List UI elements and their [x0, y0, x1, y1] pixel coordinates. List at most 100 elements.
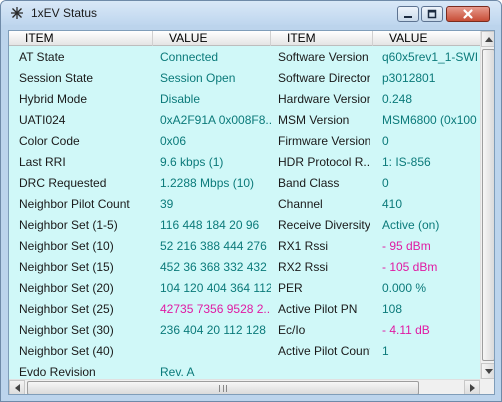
- item-value: 104 120 404 364 112: [160, 281, 271, 295]
- item-value: 0xA2F91A 0x008F8...: [160, 113, 271, 127]
- list-row[interactable]: Neighbor Set (1-5) 116 448 184 20 96 Rec…: [9, 215, 480, 236]
- window-title: 1xEV Status: [31, 6, 98, 20]
- maximize-icon: [427, 9, 437, 19]
- item-value: 9.6 kbps (1): [160, 155, 224, 169]
- item-value: 42735 7356 9528 2...: [160, 302, 271, 316]
- item-value: q60x5rev1_1-SWI: [382, 50, 479, 64]
- list-row[interactable]: Neighbor Set (20) 104 120 404 364 112 PE…: [9, 278, 480, 299]
- left-arrow-icon: [14, 384, 20, 392]
- item-value: 1: IS-856: [382, 155, 431, 169]
- maximize-button[interactable]: [421, 6, 443, 22]
- item-value: Session Open: [160, 71, 236, 85]
- item-label: RX2 Rssi: [278, 260, 329, 274]
- item-label: MSM Version: [278, 113, 350, 127]
- column-header-item-left[interactable]: ITEM: [9, 31, 153, 46]
- list-row[interactable]: UATI024 0xA2F91A 0x008F8... MSM Version …: [9, 110, 480, 131]
- down-arrow-icon: [484, 368, 493, 374]
- title-bar[interactable]: 1xEV Status: [1, 1, 501, 25]
- item-label: Last RRI: [19, 155, 66, 169]
- list-row[interactable]: AT State Connected Software Version q60x…: [9, 47, 480, 68]
- scroll-down-button[interactable]: [481, 363, 494, 379]
- list-row[interactable]: Neighbor Set (15) 452 36 368 332 432 RX2…: [9, 257, 480, 278]
- list-row[interactable]: Session State Session Open Software Dire…: [9, 68, 480, 89]
- item-value: 116 448 184 20 96: [160, 218, 260, 232]
- list-row[interactable]: Neighbor Set (25) 42735 7356 9528 2... A…: [9, 299, 480, 320]
- item-label: Software Directory: [278, 71, 370, 85]
- list-rows: AT State Connected Software Version q60x…: [9, 47, 480, 379]
- list-row[interactable]: Neighbor Set (30) 236 404 20 112 128 Ec/…: [9, 320, 480, 341]
- minimize-icon: [404, 16, 412, 18]
- item-label: Channel: [278, 197, 323, 211]
- list-row[interactable]: Neighbor Pilot Count 39 Channel 410: [9, 194, 480, 215]
- item-value: - 95 dBm: [382, 239, 431, 253]
- right-arrow-icon: [469, 384, 475, 392]
- item-label: Software Version: [278, 50, 369, 64]
- item-value: 452 36 368 332 432: [160, 260, 267, 274]
- list-row[interactable]: Last RRI 9.6 kbps (1) HDR Protocol R... …: [9, 152, 480, 173]
- item-label: Ec/Io: [278, 323, 306, 337]
- item-value: 0: [382, 176, 389, 190]
- grip-icon: [219, 384, 227, 392]
- item-label: Neighbor Set (20): [19, 281, 114, 295]
- item-value: Active (on): [382, 218, 440, 232]
- item-label: Neighbor Set (30): [19, 323, 114, 337]
- item-value: 0x06: [160, 134, 187, 148]
- item-label: Active Pilot Count: [278, 344, 370, 358]
- item-label: Receive Diversity: [278, 218, 370, 232]
- list-row[interactable]: Hybrid Mode Disable Hardware Version 0.2…: [9, 89, 480, 110]
- item-value: 39: [160, 197, 174, 211]
- item-label: Color Code: [19, 134, 80, 148]
- item-value: p3012801: [382, 71, 436, 85]
- item-value: 0.000 %: [382, 281, 427, 295]
- column-header-value-left[interactable]: VALUE: [153, 31, 271, 46]
- item-value: Rev. A: [160, 365, 195, 379]
- item-label: Neighbor Pilot Count: [19, 197, 130, 211]
- status-list[interactable]: ITEM VALUE ITEM VALUE AT State Connected…: [8, 30, 495, 395]
- item-label: UATI024: [19, 113, 66, 127]
- item-label: DRC Requested: [19, 176, 107, 190]
- item-label: Hardware Version: [278, 92, 370, 106]
- vertical-scroll-thumb[interactable]: [482, 49, 494, 361]
- item-label: Neighbor Set (1-5): [19, 218, 118, 232]
- scroll-up-button[interactable]: [481, 31, 494, 47]
- scroll-left-button[interactable]: [9, 380, 25, 394]
- item-label: Neighbor Set (10): [19, 239, 114, 253]
- list-row[interactable]: DRC Requested 1.2288 Mbps (10) Band Clas…: [9, 173, 480, 194]
- list-header: ITEM VALUE ITEM VALUE: [9, 31, 480, 46]
- item-label: [278, 362, 370, 379]
- item-value: 410: [382, 197, 403, 211]
- item-label: Neighbor Set (25): [19, 302, 114, 316]
- close-icon: [463, 9, 473, 19]
- list-row[interactable]: Neighbor Set (40) Active Pilot Count 1: [9, 341, 480, 362]
- item-label: Hybrid Mode: [19, 92, 88, 106]
- vertical-scrollbar[interactable]: [480, 31, 494, 379]
- item-value: - 105 dBm: [382, 260, 438, 274]
- item-value: Connected: [160, 50, 219, 64]
- close-button[interactable]: [446, 6, 490, 22]
- scroll-right-button[interactable]: [464, 380, 480, 394]
- item-label: AT State: [19, 50, 65, 64]
- item-value: [382, 362, 480, 379]
- item-label: Band Class: [278, 176, 340, 190]
- column-header-item-right[interactable]: ITEM: [271, 31, 373, 46]
- item-label: Firmware Version: [278, 134, 370, 148]
- up-arrow-icon: [484, 36, 493, 42]
- asterisk-app-icon: [9, 5, 25, 21]
- list-row[interactable]: Neighbor Set (10) 52 216 388 444 276 RX1…: [9, 236, 480, 257]
- item-label: PER: [278, 281, 303, 295]
- list-row[interactable]: Color Code 0x06 Firmware Version 0: [9, 131, 480, 152]
- horizontal-scrollbar[interactable]: [9, 379, 480, 394]
- item-value: Disable: [160, 92, 201, 106]
- item-label: HDR Protocol R...: [278, 155, 370, 169]
- list-row[interactable]: Evdo Revision Rev. A: [9, 365, 480, 379]
- horizontal-scroll-thumb[interactable]: [27, 381, 419, 394]
- item-label: Evdo Revision: [19, 365, 96, 379]
- column-header-value-right[interactable]: VALUE: [373, 31, 480, 46]
- item-value: 0.248: [382, 92, 413, 106]
- minimize-button[interactable]: [397, 6, 419, 22]
- item-value: 52 216 388 444 276: [160, 239, 267, 253]
- item-value: 108: [382, 302, 403, 316]
- item-label: Neighbor Set (40): [19, 344, 114, 358]
- item-value: 1: [382, 344, 389, 358]
- item-label: Session State: [19, 71, 94, 85]
